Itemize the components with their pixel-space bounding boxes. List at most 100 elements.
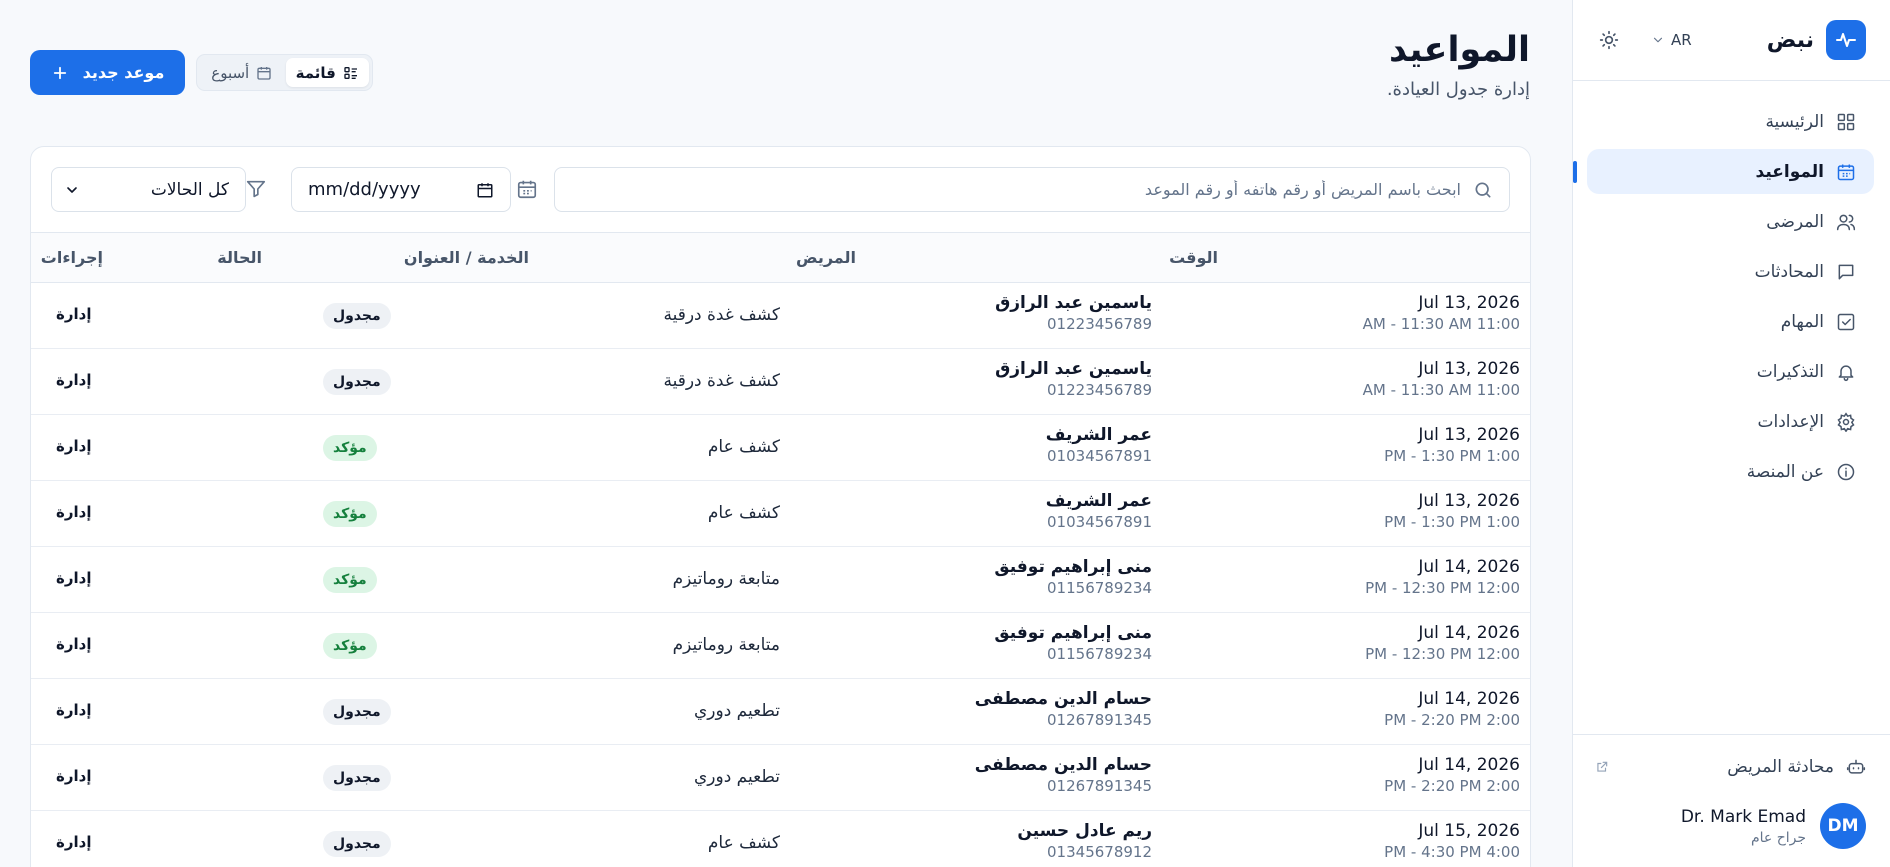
sun-icon[interactable] [1597,28,1621,52]
language-select[interactable]: AR [1651,31,1692,49]
bell-icon [1836,362,1856,382]
sidebar-item-patients[interactable]: المرضى [1587,199,1874,244]
patient-name: حسام الدين مصطفى [974,755,1152,775]
table-row[interactable]: Jul 15, 2026 PM - 4:30 PM 4:00 ريم عادل … [31,811,1530,867]
patient-phone: 01034567891 [1047,447,1152,465]
sidebar-item-label: الرئيسية [1765,111,1824,132]
sidebar-item-label: المحادثات [1754,261,1824,282]
patient-name: ياسمين عبد الرازق [995,359,1152,379]
patient-phone: 01345678912 [1047,843,1152,861]
service-cell: كشف غدة درقية [663,371,780,391]
brand-name: نبض [1766,27,1814,53]
column-header-time: الوقت [1169,248,1218,267]
patient-chat-link[interactable]: محادثة المريض [1595,757,1866,777]
table-header: الوقت المريض الخدمة / العنوان الحالة إجر… [31,233,1530,283]
sidebar-item-reminders[interactable]: التذكيرات [1587,349,1874,394]
service-cell: كشف غدة درقية [663,305,780,325]
manage-button[interactable]: إدارة [56,701,91,719]
user-name: Dr. Mark Emad [1680,806,1806,827]
sidebar-item-tasks[interactable]: المهام [1587,299,1874,344]
status-badge: مجدول [323,699,391,725]
service-cell: كشف عام [707,503,780,523]
table-row[interactable]: Jul 13, 2026 PM - 1:30 PM 1:00 عمر الشري… [31,481,1530,547]
service-cell: تطعيم دوري [693,701,780,721]
patient-chat-label: محادثة المريض [1727,757,1834,777]
table-row[interactable]: Jul 14, 2026 PM - 12:30 PM 12:00 منى إبر… [31,613,1530,679]
user-profile[interactable]: DM Dr. Mark Emad جراح عام [1595,803,1866,849]
manage-button[interactable]: إدارة [56,569,91,587]
patient-name: ياسمين عبد الرازق [995,293,1152,313]
time-cell: Jul 15, 2026 PM - 4:30 PM 4:00 [1384,821,1520,861]
sidebar-item-conversations[interactable]: المحادثات [1587,249,1874,294]
sidebar: نبض AR الرئيسية المواعيد المرضى المحادثا… [1572,0,1890,867]
service-cell: تطعيم دوري [693,767,780,787]
sidebar-item-settings[interactable]: الإعدادات [1587,399,1874,444]
calendar-icon[interactable] [516,178,538,200]
patient-name: منى إبراهيم توفيق [994,557,1152,577]
time-cell: Jul 14, 2026 PM - 2:20 PM 2:00 [1384,689,1520,729]
appointment-time: PM - 1:30 PM 1:00 [1384,447,1520,465]
table-row[interactable]: Jul 14, 2026 PM - 12:30 PM 12:00 منى إبر… [31,547,1530,613]
manage-button[interactable]: إدارة [56,635,91,653]
sidebar-item-about[interactable]: عن المنصة [1587,449,1874,494]
status-badge: مؤكد [323,633,377,659]
new-appointment-label: موعد جديد [82,63,165,82]
time-cell: Jul 13, 2026 AM - 11:30 AM 11:00 [1363,359,1520,399]
status-badge: مؤكد [323,567,377,593]
sidebar-item-label: التذكيرات [1756,361,1824,382]
users-icon [1836,212,1856,232]
date-field[interactable]: mm/dd/yyyy [291,167,511,212]
time-cell: Jul 14, 2026 PM - 12:30 PM 12:00 [1365,557,1520,597]
appointment-date: Jul 13, 2026 [1418,491,1520,511]
table-row[interactable]: Jul 13, 2026 AM - 11:30 AM 11:00 ياسمين … [31,283,1530,349]
table-row[interactable]: Jul 13, 2026 PM - 1:30 PM 1:00 عمر الشري… [31,415,1530,481]
chevron-down-icon [64,182,80,198]
appointment-date: Jul 13, 2026 [1418,359,1520,379]
week-view-button[interactable]: أسبوع [200,58,284,87]
calendar-icon [256,65,272,81]
status-badge: مؤكد [323,501,377,527]
manage-button[interactable]: إدارة [56,305,91,323]
table-row[interactable]: Jul 13, 2026 AM - 11:30 AM 11:00 ياسمين … [31,349,1530,415]
status-badge: مجدول [323,369,391,395]
patient-cell: منى إبراهيم توفيق 01156789234 [994,623,1152,663]
sidebar-item-label: المواعيد [1755,161,1824,182]
date-picker-icon[interactable] [476,181,494,199]
brand[interactable]: نبض [1767,20,1866,60]
filters-bar: mm/dd/yyyy كل الحالات [31,147,1530,233]
new-appointment-button[interactable]: موعد جديد [30,50,185,95]
sidebar-item-label: المهام [1780,311,1824,332]
table-row[interactable]: Jul 14, 2026 PM - 2:20 PM 2:00 حسام الدي… [31,745,1530,811]
list-icon [343,65,359,81]
appointment-time: PM - 2:20 PM 2:00 [1384,711,1520,729]
appointment-time: PM - 2:20 PM 2:00 [1384,777,1520,795]
view-toggle: قائمة أسبوع [196,54,373,91]
avatar: DM [1820,803,1866,849]
manage-button[interactable]: إدارة [56,833,91,851]
manage-button[interactable]: إدارة [56,503,91,521]
appointment-time: PM - 12:30 PM 12:00 [1365,579,1520,597]
manage-button[interactable]: إدارة [56,371,91,389]
time-cell: Jul 13, 2026 PM - 1:30 PM 1:00 [1384,491,1520,531]
patient-phone: 01267891345 [1047,777,1152,795]
table-row[interactable]: Jul 14, 2026 PM - 2:20 PM 2:00 حسام الدي… [31,679,1530,745]
search-input[interactable] [571,180,1461,199]
service-cell: كشف عام [707,437,780,457]
sidebar-item-home[interactable]: الرئيسية [1587,99,1874,144]
manage-button[interactable]: إدارة [56,767,91,785]
status-filter-select[interactable]: كل الحالات [51,167,246,212]
sidebar-item-appointments[interactable]: المواعيد [1573,149,1874,194]
column-header-service: الخدمة / العنوان [403,248,529,267]
list-view-button[interactable]: قائمة [285,58,369,87]
status-badge: مؤكد [323,435,377,461]
time-cell: Jul 13, 2026 AM - 11:30 AM 11:00 [1363,293,1520,333]
time-cell: Jul 14, 2026 PM - 2:20 PM 2:00 [1384,755,1520,795]
manage-button[interactable]: إدارة [56,437,91,455]
patient-phone: 01156789234 [1047,579,1152,597]
service-cell: متابعة روماتيزم [672,635,780,655]
patient-name: حسام الدين مصطفى [974,689,1152,709]
patient-cell: ريم عادل حسين 01345678912 [1017,821,1152,861]
patient-phone: 01034567891 [1047,513,1152,531]
patient-cell: حسام الدين مصطفى 01267891345 [975,755,1152,795]
sidebar-nav: الرئيسية المواعيد المرضى المحادثات المها… [1573,81,1890,494]
